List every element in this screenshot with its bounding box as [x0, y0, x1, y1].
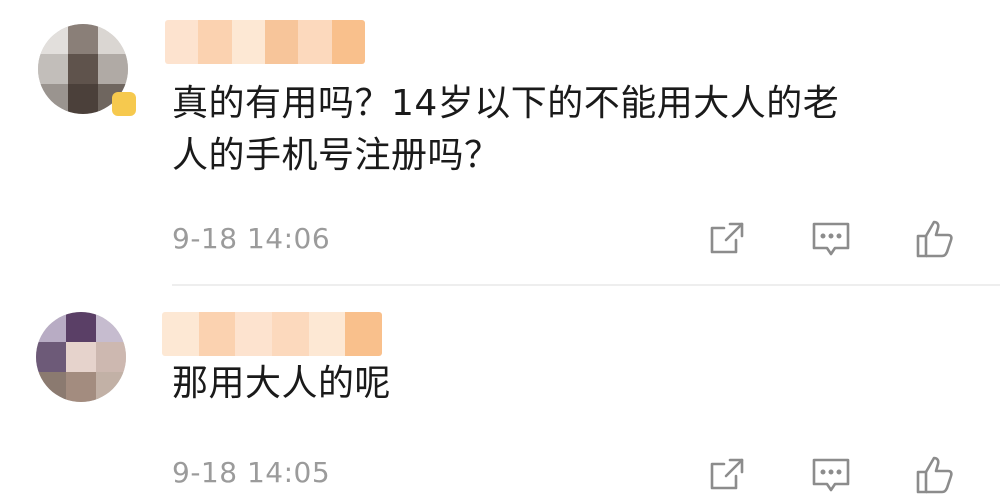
- reply-icon[interactable]: [810, 218, 852, 260]
- comment-text-line: 真的有用吗？14岁以下的不能用大人的老: [172, 83, 840, 124]
- like-icon[interactable]: [914, 218, 956, 260]
- username-blurred[interactable]: [165, 20, 365, 64]
- comment-time: 9-18 14:06: [172, 222, 331, 255]
- comment-item: 那用大人的呢 9-18 14:05: [0, 286, 1000, 494]
- comment-text-line: 那用大人的呢: [172, 363, 392, 404]
- like-icon[interactable]: [914, 454, 956, 496]
- verified-badge-icon: [112, 92, 136, 116]
- avatar[interactable]: [36, 312, 126, 402]
- comment-time: 9-18 14:05: [172, 456, 331, 489]
- share-icon[interactable]: [706, 454, 748, 496]
- share-icon[interactable]: [706, 218, 748, 260]
- comment-text-line: 人的手机号注册吗？: [172, 135, 501, 176]
- username-blurred[interactable]: [162, 312, 382, 356]
- comment-text: 那用大人的呢: [172, 358, 952, 410]
- comment-item: 真的有用吗？14岁以下的不能用大人的老 人的手机号注册吗？ 9-18 14:06: [0, 0, 1000, 286]
- comment-text: 真的有用吗？14岁以下的不能用大人的老 人的手机号注册吗？: [172, 78, 952, 182]
- reply-icon[interactable]: [810, 454, 852, 496]
